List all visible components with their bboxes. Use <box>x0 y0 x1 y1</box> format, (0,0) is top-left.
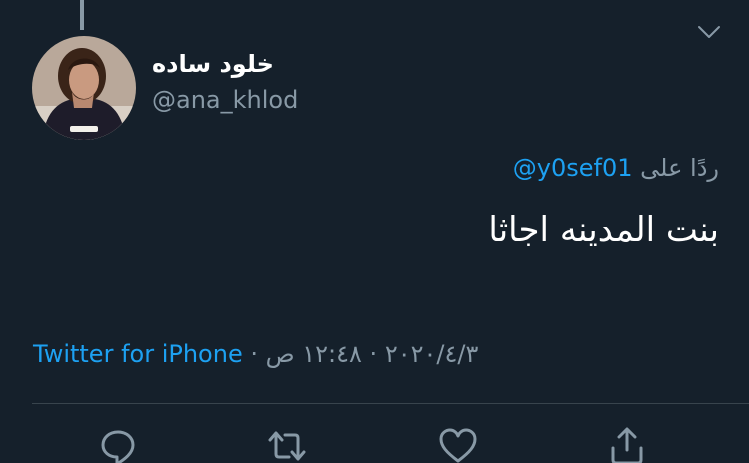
tweet-text: بنت المدينه اجاثا <box>488 210 719 250</box>
share-icon[interactable] <box>607 426 647 463</box>
avatar-photo <box>32 36 136 140</box>
reply-icon[interactable] <box>98 426 138 463</box>
author-handle[interactable]: @ana_khlod <box>152 86 298 114</box>
reply-mention-link[interactable]: @y0sef01 <box>513 154 633 182</box>
tweet-detail: خلود ساده @ana_khlod ردًا على @y0sef01 ب… <box>0 0 749 463</box>
reply-prefix: ردًا على <box>640 154 719 182</box>
tweet-timestamp[interactable]: ٢٠٢٠/٤/٣ · ١٢:٤٨ ص <box>266 340 479 368</box>
author-display-name[interactable]: خلود ساده <box>152 50 274 78</box>
meta-separator: · <box>242 340 266 368</box>
heart-icon[interactable] <box>438 426 478 463</box>
tweet-meta: Twitter for iPhone · ٢٠٢٠/٤/٣ · ١٢:٤٨ ص <box>33 340 478 368</box>
thread-connector-line <box>80 0 84 30</box>
avatar[interactable] <box>32 36 136 140</box>
chevron-down-icon[interactable] <box>697 22 721 42</box>
divider <box>32 403 749 404</box>
retweet-icon[interactable] <box>267 426 307 463</box>
reply-context: ردًا على @y0sef01 <box>513 154 719 182</box>
tweet-source-link[interactable]: Twitter for iPhone <box>33 340 243 368</box>
